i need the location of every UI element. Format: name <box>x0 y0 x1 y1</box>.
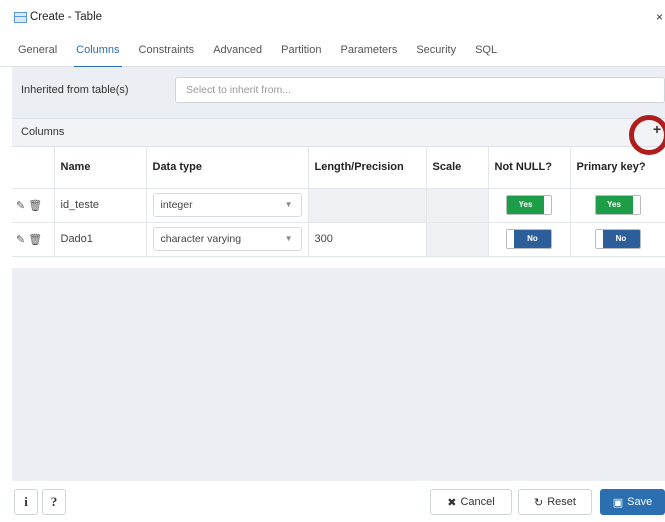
data-type-value: integer <box>160 199 193 211</box>
save-button[interactable]: ▣ Save <box>600 489 665 515</box>
cancel-label: Cancel <box>460 496 495 508</box>
toggle-knob <box>507 230 514 248</box>
tab-bar: General Columns Constraints Advanced Par… <box>0 34 665 68</box>
cell-data-type: integer ▼ <box>146 188 309 223</box>
chevron-down-icon: ▼ <box>284 200 293 209</box>
toggle-state: No <box>514 230 551 248</box>
cancel-button[interactable]: ✖ Cancel <box>430 489 512 515</box>
tab-security[interactable]: Security <box>416 34 456 67</box>
trash-icon[interactable]: 🗑 <box>28 199 42 212</box>
tab-constraints[interactable]: Constraints <box>139 34 195 67</box>
dialog-footer: i ? ✖ Cancel ↻ Reset ▣ Save <box>0 481 665 522</box>
table-row: ✎ 🗑 id_teste integer ▼ Yes Yes <box>12 188 665 223</box>
dialog-titlebar: Create - Table × <box>0 0 665 34</box>
header-data-type: Data type <box>146 147 309 189</box>
reset-button[interactable]: ↻ Reset <box>518 489 592 515</box>
tab-parameters[interactable]: Parameters <box>340 34 397 67</box>
cell-scale <box>426 188 489 223</box>
data-type-select[interactable]: character varying ▼ <box>152 227 302 251</box>
cell-name[interactable]: id_teste <box>54 188 147 223</box>
not-null-toggle[interactable]: Yes <box>506 195 552 215</box>
cell-primary-key: No <box>570 222 665 257</box>
toggle-state: No <box>602 230 640 248</box>
header-scale: Scale <box>426 147 489 189</box>
toggle-knob <box>595 230 603 248</box>
toggle-state: Yes <box>595 196 633 214</box>
cell-length[interactable]: 300 <box>308 222 427 257</box>
close-icon[interactable]: × <box>656 10 663 24</box>
reset-label: Reset <box>547 496 576 508</box>
cell-primary-key: Yes <box>570 188 665 223</box>
cell-data-type: character varying ▼ <box>146 222 309 257</box>
edit-icon[interactable]: ✎ <box>16 233 25 246</box>
not-null-toggle[interactable]: No <box>506 229 552 249</box>
tab-columns[interactable]: Columns <box>74 34 122 68</box>
cell-length <box>308 188 427 223</box>
data-type-value: character varying <box>160 233 242 245</box>
tab-partition[interactable]: Partition <box>281 34 321 67</box>
tab-advanced[interactable]: Advanced <box>213 34 262 67</box>
cell-name[interactable]: Dado1 <box>54 222 147 257</box>
table-header-row: Name Data type Length/Precision Scale No… <box>12 147 665 189</box>
trash-icon[interactable]: 🗑 <box>28 233 42 246</box>
toggle-knob <box>544 196 551 214</box>
edit-icon[interactable]: ✎ <box>16 199 25 212</box>
add-column-button[interactable]: + <box>653 121 661 137</box>
columns-panel: Columns + Name Data type Length/Precisio… <box>12 118 665 268</box>
primary-key-toggle[interactable]: No <box>594 229 641 249</box>
dialog-title: Create - Table <box>30 11 103 23</box>
cell-not-null: Yes <box>488 188 571 223</box>
inherit-select[interactable]: Select to inherit from... <box>175 77 665 103</box>
tab-general[interactable]: General <box>18 34 57 67</box>
row-actions: ✎ 🗑 <box>12 188 55 223</box>
row-actions: ✎ 🗑 <box>12 222 55 257</box>
table-row: ✎ 🗑 Dado1 character varying ▼ 300 No No <box>12 222 665 257</box>
header-primary-key: Primary key? <box>570 147 665 189</box>
cell-scale <box>426 222 489 257</box>
close-icon: ✖ <box>447 496 457 509</box>
inherit-label: Inherited from table(s) <box>21 84 129 96</box>
info-button[interactable]: i <box>14 489 38 515</box>
header-length: Length/Precision <box>308 147 427 189</box>
primary-key-toggle[interactable]: Yes <box>594 195 641 215</box>
header-not-null: Not NULL? <box>488 147 571 189</box>
header-name: Name <box>54 147 147 189</box>
table-icon <box>14 11 27 23</box>
refresh-icon: ↻ <box>534 496 544 509</box>
chevron-down-icon: ▼ <box>284 234 293 243</box>
data-type-select[interactable]: integer ▼ <box>152 193 302 217</box>
columns-table: Name Data type Length/Precision Scale No… <box>12 147 665 257</box>
save-label: Save <box>627 496 653 508</box>
toggle-knob <box>632 196 640 214</box>
tab-sql[interactable]: SQL <box>475 34 497 67</box>
toggle-state: Yes <box>507 196 544 214</box>
cell-not-null: No <box>488 222 571 257</box>
columns-panel-header: Columns + <box>12 119 665 147</box>
save-icon: ▣ <box>612 496 624 509</box>
inherit-row: Inherited from table(s) Select to inheri… <box>12 73 665 107</box>
header-actions <box>12 147 55 189</box>
columns-panel-title: Columns <box>21 126 65 138</box>
help-button[interactable]: ? <box>42 489 66 515</box>
